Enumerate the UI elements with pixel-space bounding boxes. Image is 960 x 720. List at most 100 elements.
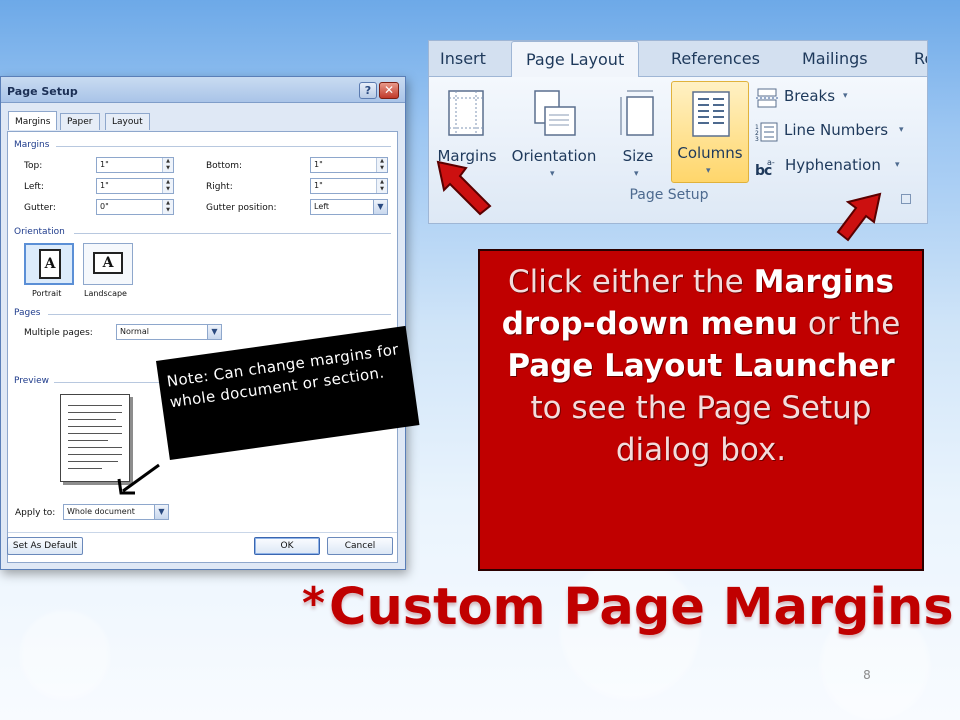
line-numbers-icon: 1 2 3: [755, 122, 778, 142]
multiple-pages-label: Multiple pages:: [24, 328, 93, 338]
orientation-button[interactable]: Orientation ▾: [505, 81, 603, 181]
preview-text-line: [68, 412, 122, 413]
orientation-icon: [534, 90, 576, 136]
dialog-titlebar[interactable]: Page Setup ? ✕: [1, 77, 405, 103]
margins-group-label: Margins: [14, 140, 50, 150]
chevron-down-icon: ▾: [634, 169, 639, 179]
line-numbers-button[interactable]: 1 2 3 Line Numbers ▾: [755, 121, 915, 143]
preview-text-line: [68, 405, 122, 406]
tab-insert[interactable]: Insert: [440, 49, 486, 68]
breaks-button[interactable]: Breaks ▾: [755, 87, 905, 109]
portrait-button[interactable]: A: [24, 243, 74, 285]
tab-page-layout[interactable]: Page Layout: [511, 41, 640, 78]
callout-text-3: to see the Page Setup dialog box.: [530, 390, 872, 468]
portrait-label: Portrait: [32, 289, 62, 298]
tab-paper[interactable]: Paper: [60, 113, 100, 130]
orientation-group-label: Orientation: [14, 227, 65, 237]
page-setup-dialog: Page Setup ? ✕ Margins Paper Layout Marg…: [0, 76, 406, 570]
callout-bold-launcher: Page Layout Launcher: [507, 348, 895, 384]
size-button[interactable]: Size ▾: [609, 81, 667, 181]
apply-to-select[interactable]: Whole document ▼: [63, 504, 169, 520]
arrow-launcher-icon: [836, 192, 882, 242]
breaks-label: Breaks: [784, 87, 836, 105]
preview-text-line: [68, 426, 122, 427]
chevron-down-icon[interactable]: ▼: [154, 505, 168, 519]
page-setup-launcher-icon[interactable]: [901, 194, 911, 204]
top-margin-value: 1": [100, 160, 109, 169]
chevron-down-icon: ▾: [706, 166, 711, 176]
svg-text:3: 3: [755, 136, 759, 142]
gutter-input[interactable]: 0" ▲ ▼: [96, 199, 174, 215]
multiple-pages-select[interactable]: Normal ▼: [116, 324, 222, 340]
hyphenation-button[interactable]: b c a- Hyphenation ▾: [755, 156, 915, 178]
spin-arrows-icon[interactable]: ▲ ▼: [162, 179, 173, 193]
right-margin-input[interactable]: 1" ▲ ▼: [310, 178, 388, 194]
columns-button[interactable]: Columns ▾: [671, 81, 749, 183]
svg-text:a-: a-: [767, 158, 775, 167]
preview-text-line: [68, 454, 122, 455]
size-label: Size: [622, 147, 654, 165]
cancel-button[interactable]: Cancel: [327, 537, 393, 555]
chevron-down-icon: ▾: [899, 125, 904, 135]
columns-icon: [692, 91, 730, 137]
breaks-icon: [756, 88, 778, 108]
left-margin-value: 1": [100, 181, 109, 190]
gutter-position-value: Left: [314, 202, 330, 211]
preview-text-line: [68, 433, 122, 434]
orientation-label: Orientation: [511, 147, 597, 165]
title-text: Custom Page Margins: [329, 578, 954, 637]
line-numbers-label: Line Numbers: [784, 121, 889, 139]
gutter-label: Gutter:: [24, 203, 56, 213]
spin-arrows-icon[interactable]: ▲ ▼: [376, 158, 387, 172]
landscape-label: Landscape: [84, 289, 127, 298]
ribbon-tabbar: Insert Page Layout References Mailings R…: [429, 41, 927, 78]
arrow-margins-icon: [436, 160, 492, 216]
close-button[interactable]: ✕: [379, 82, 399, 99]
tab-mailings[interactable]: Mailings: [802, 49, 868, 68]
tab-margins[interactable]: Margins: [8, 111, 58, 130]
bottom-margin-value: 1": [314, 160, 323, 169]
help-button[interactable]: ?: [359, 82, 377, 99]
preview-text-line: [68, 468, 102, 469]
chevron-down-icon: ▾: [843, 91, 848, 101]
title-star: *: [302, 578, 326, 629]
columns-label: Columns: [677, 144, 743, 162]
left-margin-input[interactable]: 1" ▲ ▼: [96, 178, 174, 194]
landscape-button[interactable]: A: [83, 243, 133, 285]
bottom-margin-input[interactable]: 1" ▲ ▼: [310, 157, 388, 173]
chevron-down-icon: ▾: [895, 160, 900, 170]
footer-divider: [8, 532, 397, 533]
group-divider: [56, 146, 391, 147]
size-icon: [620, 90, 654, 136]
multiple-pages-value: Normal: [120, 327, 149, 336]
preview-group-label: Preview: [14, 376, 50, 386]
bokeh-circle: [20, 610, 110, 700]
callout-text-2: or the: [798, 306, 901, 342]
right-margin-value: 1": [314, 181, 323, 190]
hyphenation-label: Hyphenation: [785, 156, 881, 174]
note-arrow-icon: [117, 463, 160, 495]
ok-button[interactable]: OK: [254, 537, 320, 555]
chevron-down-icon[interactable]: ▼: [373, 200, 387, 214]
portrait-page-icon: A: [39, 249, 61, 279]
bottom-label: Bottom:: [206, 161, 243, 171]
instruction-callout: Click either the Margins drop-down menu …: [478, 249, 924, 571]
preview-text-line: [68, 447, 122, 448]
tab-references[interactable]: References: [671, 49, 760, 68]
gutter-position-select[interactable]: Left ▼: [310, 199, 388, 215]
spin-arrows-icon[interactable]: ▲ ▼: [162, 158, 173, 172]
chevron-down-icon[interactable]: ▼: [207, 325, 221, 339]
callout-text-1: Click either the: [507, 264, 754, 300]
tab-review[interactable]: Re: [914, 49, 927, 68]
gutter-position-label: Gutter position:: [206, 203, 277, 213]
spin-arrows-icon[interactable]: ▲ ▼: [162, 200, 173, 214]
set-as-default-button[interactable]: Set As Default: [7, 537, 83, 555]
hyphenation-icon: b c a-: [755, 158, 775, 177]
preview-text-line: [68, 419, 116, 420]
top-margin-input[interactable]: 1" ▲ ▼: [96, 157, 174, 173]
tab-layout[interactable]: Layout: [105, 113, 150, 130]
spin-arrows-icon[interactable]: ▲ ▼: [376, 179, 387, 193]
apply-to-label: Apply to:: [15, 508, 56, 518]
instruction-text: Click either the Margins drop-down menu …: [492, 261, 910, 471]
top-label: Top:: [24, 161, 43, 171]
